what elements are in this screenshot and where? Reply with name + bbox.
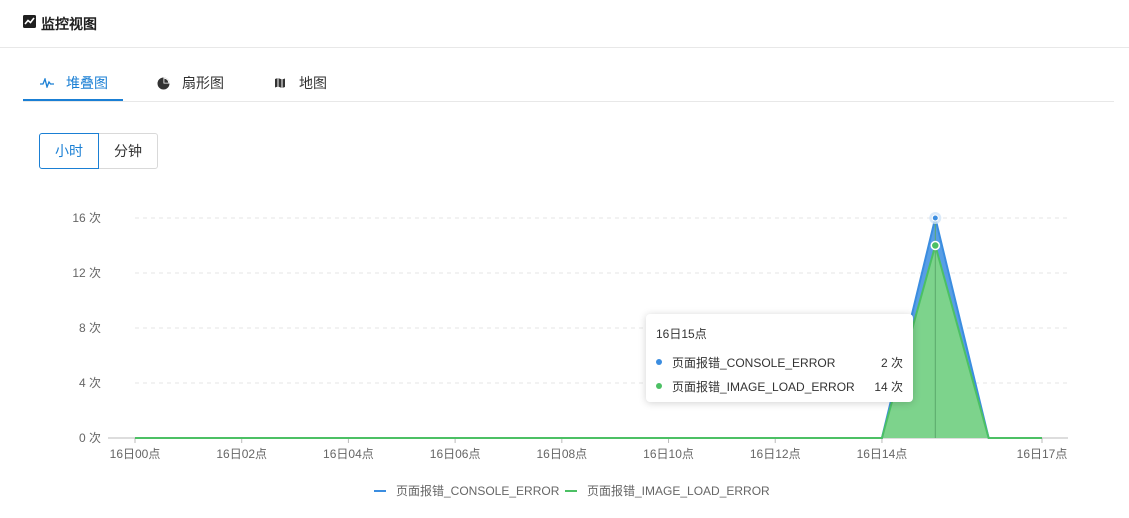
x-tick-label: 16日14点 [857,447,908,461]
series-dot [656,359,662,365]
x-tick-label: 16日00点 [110,447,161,461]
y-tick-label: 16 次 [72,211,101,225]
legend-swatch [374,489,386,492]
x-tick-label: 16日06点 [430,447,481,461]
legend-swatch [565,489,577,492]
series-dot [656,383,662,389]
tooltip-series-value: 2 次 [880,355,903,370]
hour-button[interactable]: 小时 [39,133,99,169]
chart-tooltip: 16日15点 页面报错_CONSOLE_ERROR 2 次 页面报错_IMAGE… [646,314,913,402]
chart-legend: 页面报错_CONSOLE_ERROR 页面报错_IMAGE_LOAD_ERROR [0,482,1129,500]
tooltip-series-name: 页面报错_IMAGE_LOAD_ERROR [672,379,855,394]
y-tick-label: 8 次 [79,321,101,335]
legend-item-image-load-error[interactable]: 页面报错_IMAGE_LOAD_ERROR [565,482,770,499]
x-tick-label: 16日17点 [1017,447,1068,461]
tooltip-row: 页面报错_CONSOLE_ERROR 2 次 [656,350,903,374]
legend-label: 页面报错_CONSOLE_ERROR [396,484,560,498]
y-tick-label: 4 次 [79,376,101,390]
x-tick-label: 16日10点 [643,447,694,461]
data-point-image-load-error [930,240,941,251]
y-tick-label: 0 次 [79,431,101,445]
x-tick-label: 16日12点 [750,447,801,461]
y-tick-label: 12 次 [72,266,101,280]
legend-item-console-error[interactable]: 页面报错_CONSOLE_ERROR [374,482,559,499]
x-tick-label: 16日04点 [323,447,374,461]
x-tick-label: 16日08点 [536,447,587,461]
legend-label: 页面报错_IMAGE_LOAD_ERROR [587,484,770,498]
x-tick-label: 16日02点 [216,447,267,461]
tooltip-series-name: 页面报错_CONSOLE_ERROR [672,355,836,370]
tooltip-series-value: 14 次 [874,379,903,394]
tooltip-title: 16日15点 [656,327,707,341]
data-point-console-error [931,214,939,222]
tooltip-row: 页面报错_IMAGE_LOAD_ERROR 14 次 [656,374,903,398]
stacked-area-chart[interactable]: 0 次 4 次 8 次 12 次 16 次 16日00点 16日02点 16日04点 16日06… [0,0,1129,518]
